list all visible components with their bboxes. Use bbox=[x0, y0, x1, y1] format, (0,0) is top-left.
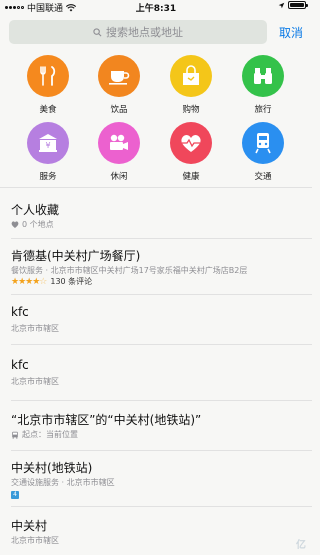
category-food[interactable]: 美食 bbox=[18, 55, 78, 115]
result-title: 中关村 bbox=[11, 519, 48, 533]
cancel-button[interactable]: 取消 bbox=[279, 24, 303, 41]
list-item[interactable]: 中关村 北京市市辖区 bbox=[0, 514, 312, 552]
divider bbox=[11, 450, 312, 451]
bank-icon: ¥ bbox=[27, 122, 69, 164]
review-count: 130 条评论 bbox=[50, 277, 93, 286]
route-row: 起点：当前位置 bbox=[11, 429, 78, 440]
search-input[interactable]: 搜索地点或地址 bbox=[9, 20, 267, 44]
divider bbox=[11, 344, 312, 345]
list-item[interactable]: “北京市市辖区”的“中关村(地铁站)” 起点：当前位置 bbox=[0, 408, 312, 446]
binoculars-icon bbox=[242, 55, 284, 97]
watermark-logo: 亿 bbox=[296, 536, 306, 551]
rating-row: ★★★★☆ 130 条评论 bbox=[11, 276, 92, 287]
line-4-badge: 4 bbox=[11, 491, 19, 499]
category-label: 饮品 bbox=[110, 105, 128, 115]
watermark-text: 亿 bbox=[296, 540, 306, 551]
divider bbox=[0, 187, 312, 188]
train-icon bbox=[242, 122, 284, 164]
result-subtitle: 北京市市辖区 bbox=[11, 377, 59, 386]
result-subtitle: 交通设施服务 · 北京市市辖区 bbox=[11, 478, 115, 487]
category-services[interactable]: ¥ 服务 bbox=[18, 122, 78, 182]
list-item[interactable]: 中关村(地铁站) 交通设施服务 · 北京市市辖区 4 bbox=[0, 456, 312, 500]
divider bbox=[11, 294, 312, 295]
divider bbox=[11, 400, 312, 401]
divider bbox=[11, 238, 312, 239]
list-item[interactable]: kfc 北京市市辖区 bbox=[0, 355, 312, 393]
result-title: kfc bbox=[11, 358, 29, 372]
result-title: 中关村(地铁站) bbox=[11, 461, 93, 475]
search-placeholder: 搜索地点或地址 bbox=[106, 26, 183, 39]
list-item[interactable]: kfc 北京市市辖区 bbox=[0, 302, 312, 340]
category-grid: 美食 饮品 购物 旅行 ¥ 服务 休闲 健康 交通 bbox=[0, 52, 312, 182]
category-label: 休闲 bbox=[110, 172, 128, 182]
status-time: 上午8:31 bbox=[135, 4, 177, 14]
category-transit[interactable]: 交通 bbox=[233, 122, 293, 182]
category-leisure[interactable]: 休闲 bbox=[89, 122, 149, 182]
category-health[interactable]: 健康 bbox=[161, 122, 221, 182]
result-title: 肯德基(中关村广场餐厅) bbox=[11, 249, 141, 263]
favorites-count: 0 个地点 bbox=[22, 220, 54, 229]
category-drinks[interactable]: 饮品 bbox=[89, 55, 149, 115]
category-label: 美食 bbox=[39, 105, 57, 115]
favorites-row[interactable]: 个人收藏 0 个地点 bbox=[0, 197, 312, 237]
favorites-title: 个人收藏 bbox=[11, 203, 60, 217]
result-subtitle: 北京市市辖区 bbox=[11, 536, 59, 545]
favorites-subtitle: 0 个地点 bbox=[11, 219, 54, 230]
category-travel[interactable]: 旅行 bbox=[233, 55, 293, 115]
film-camera-icon bbox=[98, 122, 140, 164]
svg-text:¥: ¥ bbox=[45, 141, 50, 150]
category-label: 服务 bbox=[39, 172, 57, 182]
bus-icon bbox=[12, 431, 18, 439]
heart-icon bbox=[170, 122, 212, 164]
result-title: kfc bbox=[11, 305, 29, 319]
route-origin: 起点：当前位置 bbox=[22, 430, 78, 439]
category-label: 旅行 bbox=[254, 105, 272, 115]
result-subtitle: 北京市市辖区 bbox=[11, 324, 59, 333]
category-label: 交通 bbox=[254, 172, 272, 182]
star-rating-icon: ★★★★☆ bbox=[11, 276, 47, 287]
category-shopping[interactable]: 购物 bbox=[161, 55, 221, 115]
coffee-cup-icon bbox=[98, 55, 140, 97]
result-subtitle: 餐饮服务 · 北京市市辖区中关村广场17号家乐福中关村广场店B2层 bbox=[11, 266, 248, 275]
category-label: 健康 bbox=[182, 172, 200, 182]
heart-icon bbox=[11, 221, 19, 228]
status-bar: 中国联通 上午8:31 bbox=[0, 0, 312, 14]
list-item[interactable]: 肯德基(中关村广场餐厅) 餐饮服务 · 北京市市辖区中关村广场17号家乐福中关村… bbox=[0, 244, 312, 292]
status-right bbox=[278, 1, 308, 9]
search-row: 搜索地点或地址 取消 bbox=[9, 20, 305, 44]
search-icon bbox=[93, 27, 102, 36]
location-arrow-icon bbox=[278, 2, 285, 8]
divider bbox=[11, 506, 312, 507]
result-title: “北京市市辖区”的“中关村(地铁站)” bbox=[11, 413, 202, 427]
metro-line-badge: 4 bbox=[11, 489, 19, 499]
category-label: 购物 bbox=[182, 105, 200, 115]
shopping-bag-icon bbox=[170, 55, 212, 97]
fork-knife-icon bbox=[27, 55, 69, 97]
battery-icon bbox=[288, 1, 308, 9]
